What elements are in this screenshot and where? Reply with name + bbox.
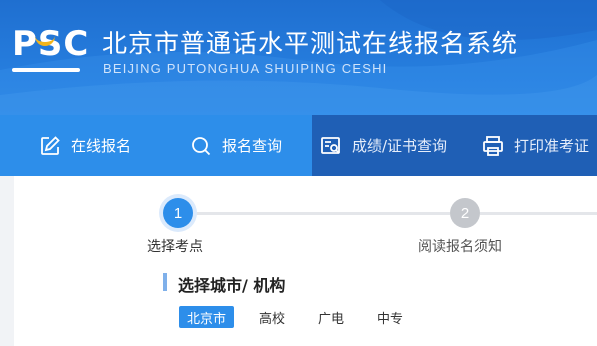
main-content (0, 176, 597, 346)
city-tab-vocational-school[interactable]: 中专 (369, 306, 411, 328)
step-2-indicator: 2 (450, 198, 480, 228)
nav-item-label: 成绩/证书查询 (352, 137, 448, 155)
step-connector (480, 212, 597, 215)
city-tab-university[interactable]: 高校 (251, 306, 293, 328)
nav-item-label: 在线报名 (71, 137, 132, 155)
logo-underline (12, 68, 80, 72)
printer-icon (481, 134, 505, 158)
nav-item-label: 报名查询 (222, 137, 283, 155)
city-tab-beijing[interactable]: 北京市 (179, 306, 235, 328)
nav-item-score-certificate-query[interactable]: 成绩/证书查询 (312, 115, 468, 176)
left-gutter (0, 176, 14, 346)
edit-icon (38, 134, 62, 158)
city-tab-broadcast[interactable]: 广电 (310, 306, 352, 328)
main-nav: 在线报名 报名查询 成绩/证书查询 打印准考证 (0, 115, 597, 176)
section-title: 选择城市/ 机构 (178, 276, 286, 295)
step-connector (192, 212, 450, 215)
step-1-label: 选择考点 (147, 239, 203, 255)
psc-logo[interactable]: PSC (12, 24, 88, 80)
step-1-indicator: 1 (163, 198, 193, 228)
section-title-marker (163, 273, 167, 291)
certificate-search-icon (319, 134, 343, 158)
search-icon (189, 134, 213, 158)
site-title: 北京市普通话水平测试在线报名系统 (102, 29, 519, 58)
nav-item-label: 打印准考证 (514, 137, 590, 155)
nav-item-print-admission-ticket[interactable]: 打印准考证 (468, 115, 597, 176)
nav-item-online-registration[interactable]: 在线报名 (0, 115, 161, 176)
site-subtitle: BEIJING PUTONGHUA SHUIPING CESHI (103, 61, 388, 76)
nav-item-registration-query[interactable]: 报名查询 (161, 115, 312, 176)
step-2-label: 阅读报名须知 (418, 239, 502, 255)
site-header: PSC 北京市普通话水平测试在线报名系统 BEIJING PUTONGHUA S… (0, 0, 597, 115)
